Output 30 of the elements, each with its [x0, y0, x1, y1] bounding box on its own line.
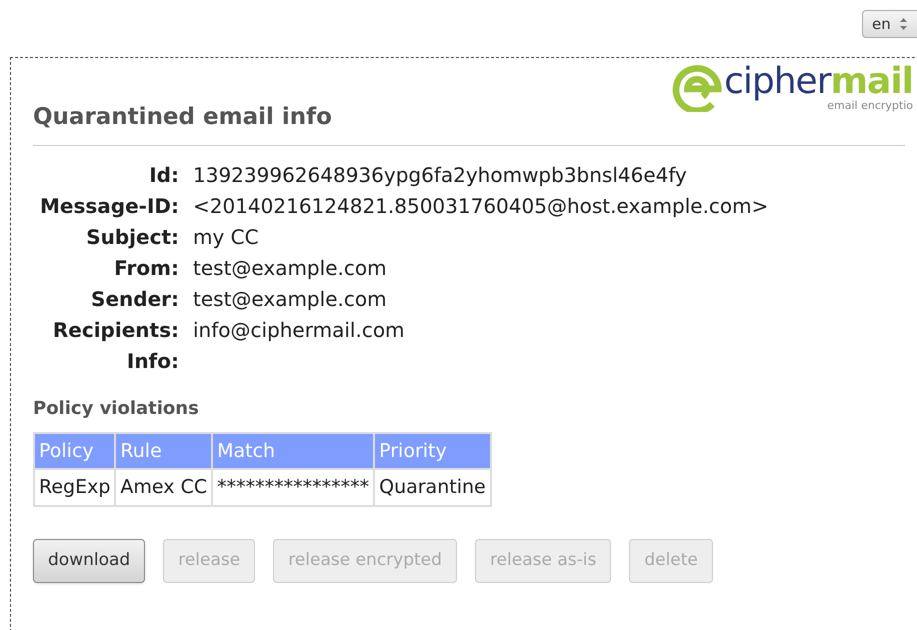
- table-cell: Quarantine: [374, 469, 491, 506]
- field-value: info@ciphermail.com: [193, 316, 406, 344]
- table-cell: ****************: [212, 469, 374, 506]
- field-value: test@example.com: [193, 254, 388, 282]
- logo-text: cipher: [724, 60, 831, 102]
- field-value: 139239962648936ypg6fa2yhomwpb3bnsl46e4fy: [193, 162, 688, 188]
- field-label: Id:: [148, 162, 179, 188]
- column-header: Priority: [374, 432, 491, 469]
- action-button[interactable]: download: [33, 538, 146, 582]
- field-label: Message-ID:: [40, 192, 179, 220]
- field-label: From:: [113, 254, 179, 282]
- field-value: test@example.com: [193, 286, 388, 312]
- language-select[interactable]: en: [862, 10, 917, 38]
- field-label: Recipients:: [52, 316, 179, 344]
- field-label: Subject:: [85, 224, 179, 250]
- field-label: Info:: [126, 348, 179, 374]
- table-cell: RegExp: [34, 469, 116, 506]
- field-value: <20140216124821.850031760405@host.example.com>: [193, 192, 770, 220]
- column-header: Rule: [115, 432, 212, 469]
- field-label: Sender:: [90, 286, 179, 312]
- table-cell: Amex CC: [115, 469, 212, 506]
- logo-text: mail: [830, 60, 913, 102]
- section-heading: Policy violations: [33, 396, 200, 420]
- logo-tagline: email encryptio: [827, 100, 913, 112]
- at-sign-logo-icon: [672, 62, 722, 112]
- column-header: Match: [212, 432, 374, 469]
- spinner-arrows-icon: [898, 17, 908, 31]
- field-value: my CC: [193, 224, 260, 250]
- language-value: en: [872, 14, 891, 35]
- column-header: Policy: [34, 432, 116, 469]
